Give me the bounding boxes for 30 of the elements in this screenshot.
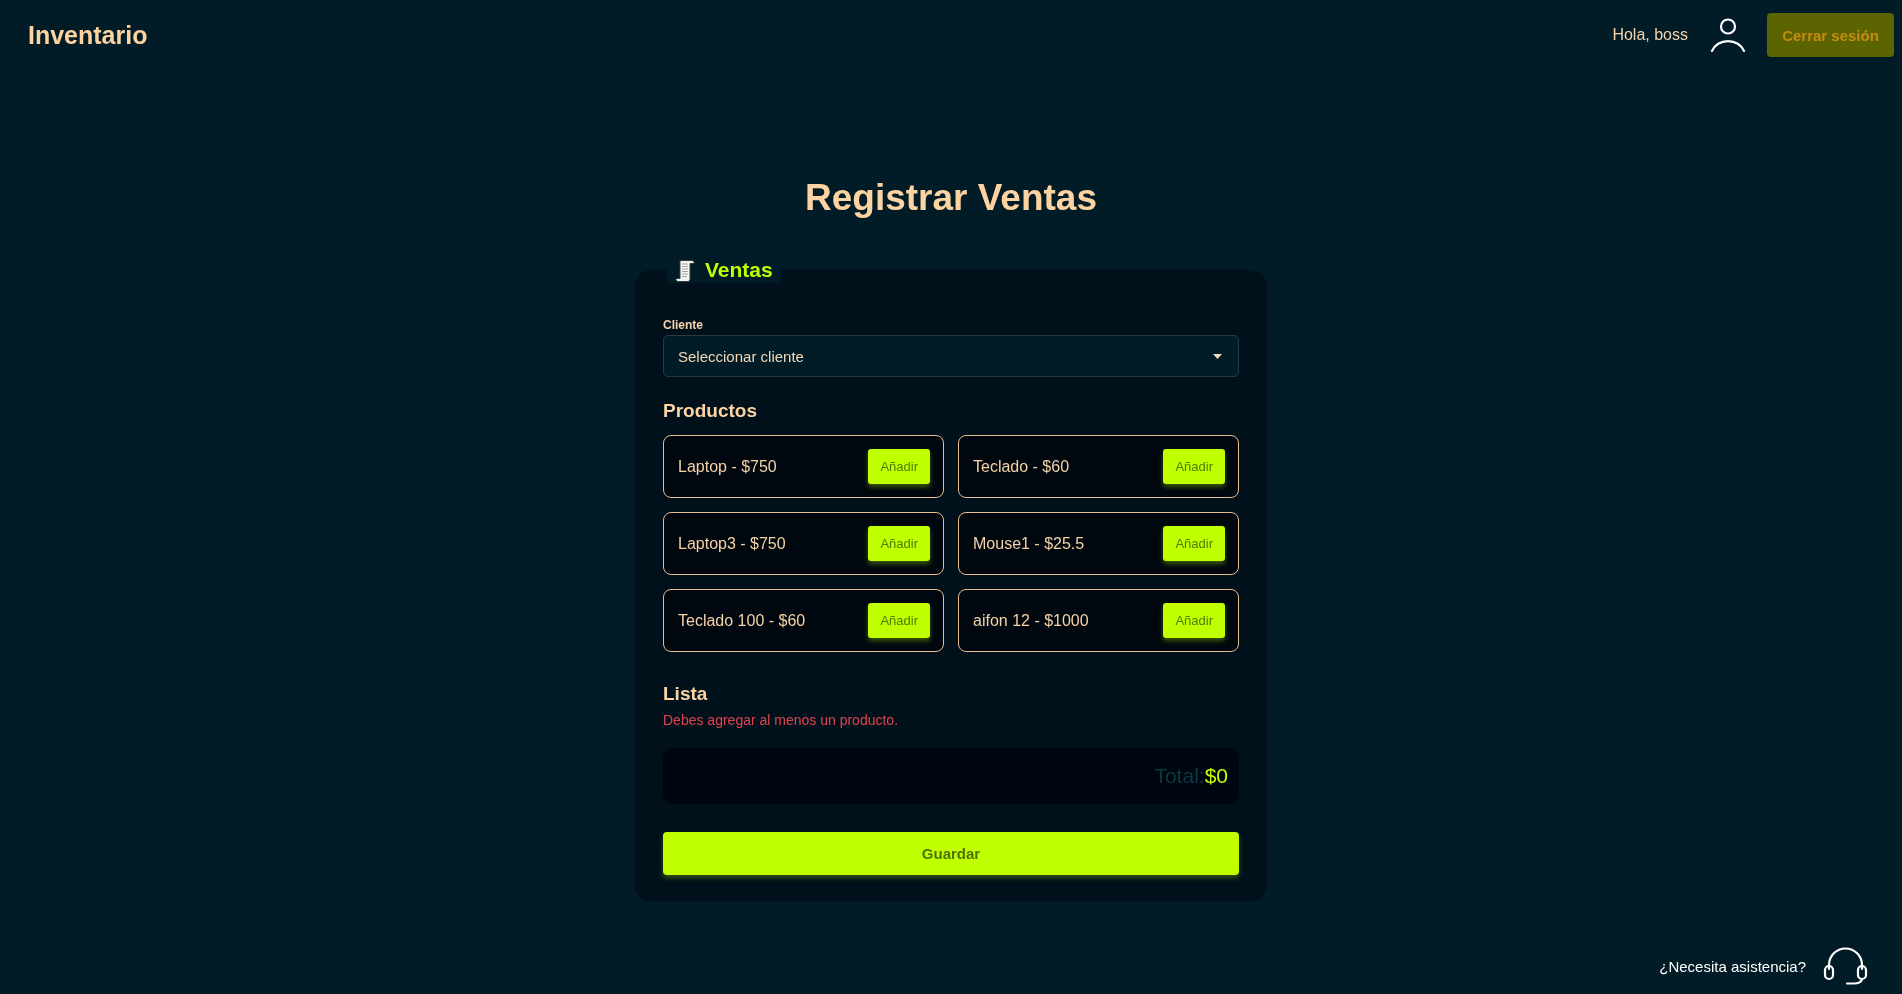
error-message: Debes agregar al menos un producto. bbox=[663, 711, 900, 729]
field-label: Cliente bbox=[663, 317, 704, 333]
add-button[interactable]: Añadir bbox=[868, 526, 930, 561]
add-button[interactable]: Añadir bbox=[1163, 526, 1225, 561]
total-value: $0 bbox=[1204, 764, 1228, 788]
form-legend: Ventas bbox=[705, 258, 773, 282]
section-heading: Productos bbox=[663, 399, 758, 423]
product-name: Teclado - $60 bbox=[973, 457, 1070, 476]
add-button[interactable]: Añadir bbox=[1163, 603, 1225, 638]
product-name: Teclado 100 - $60 bbox=[678, 611, 806, 630]
client-select[interactable]: Seleccionar cliente bbox=[663, 335, 1239, 377]
app-title: Inventario bbox=[28, 20, 148, 50]
help-text: ¿Necesita asistencia? bbox=[1659, 957, 1806, 975]
product-name: Laptop3 - $750 bbox=[678, 534, 786, 553]
add-button[interactable]: Añadir bbox=[868, 449, 930, 484]
add-button[interactable]: Añadir bbox=[868, 603, 930, 638]
receipt-icon bbox=[675, 258, 695, 282]
greeting-text: Hola, boss bbox=[1612, 26, 1688, 44]
product-name: Mouse1 - $25.5 bbox=[973, 534, 1085, 553]
product-name: Laptop - $750 bbox=[678, 457, 777, 476]
save-button[interactable]: Guardar bbox=[663, 832, 1239, 875]
total-label: Total: bbox=[1154, 764, 1205, 788]
headset-icon[interactable] bbox=[1823, 947, 1868, 985]
user-icon bbox=[1710, 18, 1746, 52]
section-heading: Lista bbox=[663, 682, 709, 706]
page-title: Registrar Ventas bbox=[805, 176, 1097, 220]
caret-icon bbox=[1213, 353, 1222, 359]
add-button[interactable]: Añadir bbox=[1163, 449, 1225, 484]
product-name: aifon 12 - $1000 bbox=[973, 611, 1089, 630]
logout-button[interactable]: Cerrar sesión bbox=[1767, 13, 1894, 57]
